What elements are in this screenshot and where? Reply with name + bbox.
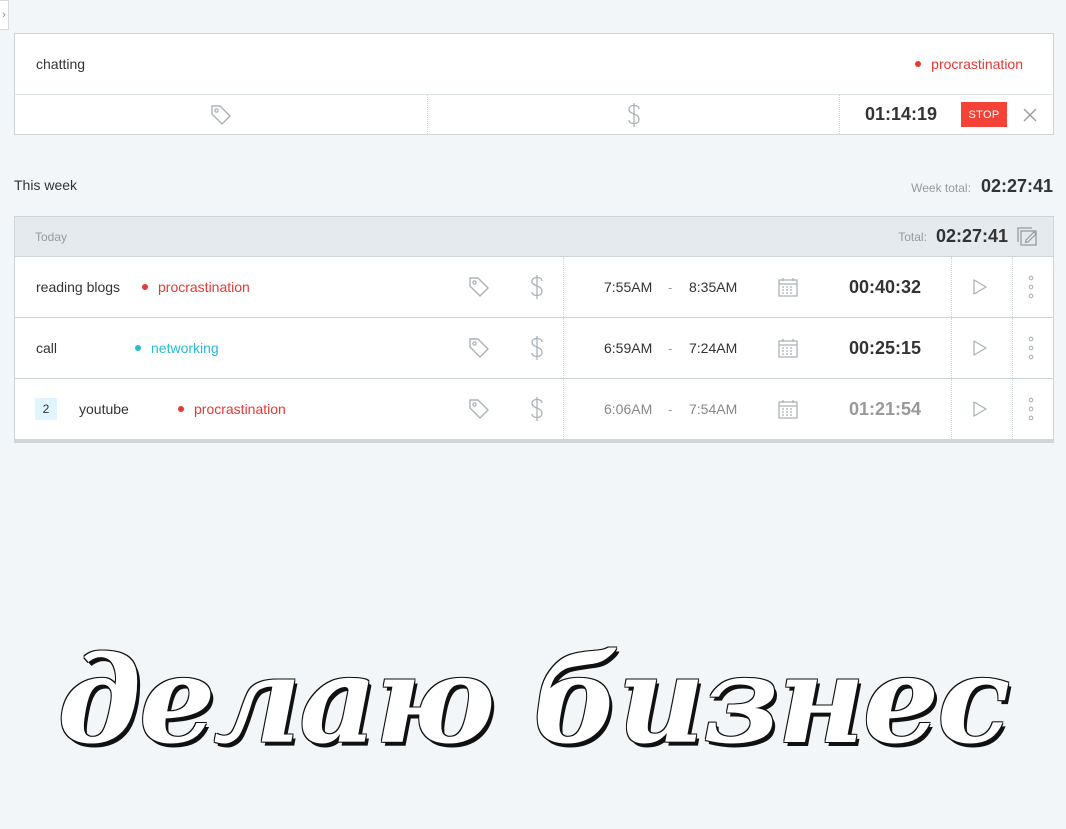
timer-project-name: procrastination <box>931 56 1023 72</box>
time-range-separator: - <box>668 401 673 417</box>
time-range-separator: - <box>668 340 673 356</box>
week-total-label: Week total: <box>911 181 971 195</box>
day-total-value: 02:27:41 <box>935 226 1008 246</box>
entry-end-time[interactable]: 8:35AM <box>689 279 737 295</box>
entry-start-time[interactable]: 6:59AM <box>604 340 652 356</box>
entry-menu-button[interactable] <box>1028 257 1034 317</box>
entry-billable-button[interactable] <box>530 257 544 317</box>
entry-billable-button[interactable] <box>530 379 544 439</box>
day-header: Today Total: 02:27:41 <box>15 217 1053 257</box>
project-color-dot <box>135 345 141 351</box>
dollar-icon <box>531 275 543 299</box>
entry-description[interactable]: reading blogs <box>36 279 120 295</box>
project-color-dot <box>142 284 148 290</box>
day-name: Today <box>35 229 68 244</box>
week-label: This week <box>14 177 78 193</box>
time-entry-group-row: 2 youtube procrastination 6:06AM - 7:54A… <box>15 379 1053 439</box>
project-color-dot <box>915 61 922 67</box>
continue-entry-button[interactable] <box>972 379 988 439</box>
entry-start-time: 6:06AM <box>604 401 653 417</box>
tag-icon <box>469 338 489 358</box>
entry-tags-button[interactable] <box>468 257 490 317</box>
tag-icon <box>469 277 489 297</box>
divider <box>1012 379 1013 439</box>
timer-billable-button[interactable] <box>428 95 840 134</box>
entry-duration: 01:21:54 <box>849 398 922 419</box>
timer-controls: 01:14:19 STOP <box>840 95 1053 134</box>
entry-project[interactable]: procrastination <box>142 257 250 317</box>
more-vertical-icon <box>1028 397 1034 421</box>
stop-button[interactable]: STOP <box>961 102 1007 127</box>
timer-description-input[interactable]: chatting <box>36 56 85 72</box>
project-color-dot <box>178 406 184 412</box>
chevron-right-icon: › <box>2 9 6 21</box>
entry-duration[interactable]: 00:40:32 <box>849 277 921 298</box>
entry-project-name: networking <box>151 340 219 356</box>
more-vertical-icon <box>1028 336 1034 360</box>
entry-end-time: 7:54AM <box>689 401 738 417</box>
entry-project-name: procrastination <box>158 279 250 295</box>
entry-start-time[interactable]: 7:55AM <box>604 279 652 295</box>
discard-timer-button[interactable] <box>1023 108 1037 122</box>
timer-bottom-row: 01:14:19 STOP <box>15 95 1053 134</box>
day-total-label: Total: <box>898 229 927 244</box>
timer-project-picker[interactable]: procrastination <box>915 56 1023 72</box>
timer-tags-button[interactable] <box>15 95 428 134</box>
entry-date-picker[interactable] <box>778 257 798 317</box>
entry-description[interactable]: call <box>36 340 57 356</box>
calendar-icon <box>778 339 798 358</box>
bulk-edit-icon <box>1017 226 1037 246</box>
watermark-overlay: делаю бизнес <box>57 629 1011 771</box>
play-icon <box>973 340 987 356</box>
divider <box>1012 257 1013 317</box>
entry-tags-button[interactable] <box>468 318 490 378</box>
divider <box>563 379 564 439</box>
bulk-edit-button[interactable] <box>1017 226 1039 247</box>
divider <box>951 379 952 439</box>
week-total: Week total: 02:27:41 <box>911 176 1053 197</box>
divider <box>951 257 952 317</box>
day-total: Total: 02:27:41 <box>898 226 1039 247</box>
dollar-icon <box>531 336 543 360</box>
group-count-badge: 2 <box>35 398 57 420</box>
timer-bar: chatting procrastination 01:14:19 STOP <box>14 33 1054 135</box>
entry-project[interactable]: procrastination <box>178 379 286 439</box>
entry-menu-button[interactable] <box>1028 318 1034 378</box>
dollar-icon <box>531 397 543 421</box>
sidebar-expand-button[interactable]: › <box>0 0 9 30</box>
calendar-icon <box>778 278 798 297</box>
calendar-icon <box>778 400 798 419</box>
continue-entry-button[interactable] <box>972 318 988 378</box>
dollar-icon <box>627 102 640 127</box>
time-entry-row: call networking 6:59AM - 7:24AM 00:25:15 <box>15 318 1053 379</box>
entry-date-picker[interactable] <box>778 379 798 439</box>
more-vertical-icon <box>1028 275 1034 299</box>
divider <box>563 318 564 378</box>
divider <box>1012 318 1013 378</box>
time-range-separator: - <box>668 279 673 295</box>
close-icon <box>1023 108 1037 121</box>
divider <box>563 257 564 317</box>
entry-date-picker[interactable] <box>778 318 798 378</box>
entry-end-time[interactable]: 7:24AM <box>689 340 737 356</box>
time-entries-list: Today Total: 02:27:41 reading blogs proc… <box>14 216 1054 443</box>
entry-project[interactable]: networking <box>135 318 219 378</box>
entry-duration[interactable]: 00:25:15 <box>849 338 921 359</box>
entry-menu-button[interactable] <box>1028 379 1034 439</box>
entry-project-name: procrastination <box>194 401 286 417</box>
tag-icon <box>469 399 489 419</box>
time-entry-row: reading blogs procrastination 7:55AM - 8… <box>15 257 1053 318</box>
play-icon <box>973 279 987 295</box>
continue-entry-button[interactable] <box>972 257 988 317</box>
tag-icon <box>211 104 231 125</box>
week-total-value: 02:27:41 <box>980 176 1053 196</box>
entry-billable-button[interactable] <box>530 318 544 378</box>
divider <box>951 318 952 378</box>
entry-tags-button[interactable] <box>468 379 490 439</box>
group-toggle[interactable]: 2 <box>35 379 57 439</box>
entry-description[interactable]: youtube <box>79 401 129 417</box>
timer-top-row: chatting procrastination <box>15 34 1053 95</box>
play-icon <box>973 401 987 417</box>
timer-elapsed: 01:14:19 <box>865 104 938 124</box>
